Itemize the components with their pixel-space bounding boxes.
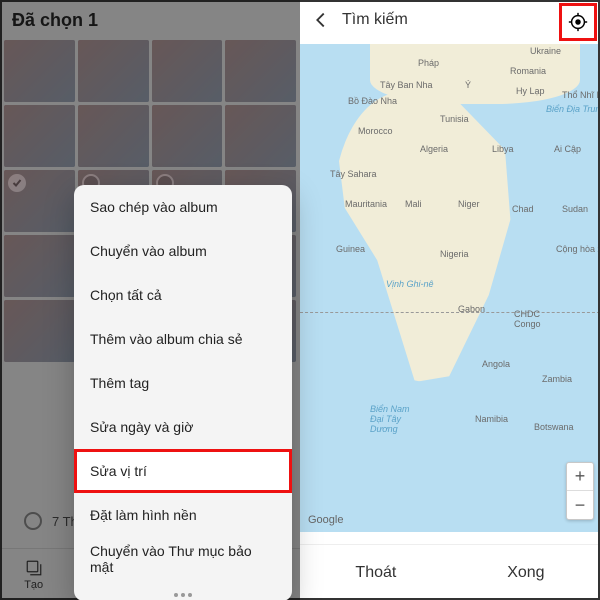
map-label: Ukraine: [530, 46, 561, 56]
selected-check-icon[interactable]: [8, 174, 26, 192]
google-logo: Google: [308, 514, 343, 526]
map-label: Bồ Đào Nha: [348, 96, 397, 106]
create-label: Tạo: [24, 579, 43, 591]
map-label: Pháp: [418, 58, 439, 68]
map-label: CHDC Congo: [514, 309, 541, 329]
menu-move-secure-folder[interactable]: Chuyển vào Thư mục bảo mật: [74, 537, 292, 581]
map-label: Niger: [458, 199, 480, 209]
zoom-out-button[interactable]: −: [567, 491, 593, 519]
menu-move-to-album[interactable]: Chuyển vào album: [74, 229, 292, 273]
map-label: Chad: [512, 204, 534, 214]
zoom-controls: + −: [566, 462, 594, 520]
map-view[interactable]: Ukraine Pháp Romania Tây Ban Nha Bồ Đào …: [300, 44, 600, 532]
map-label: Botswana: [534, 422, 574, 432]
map-label: Thổ Nhĩ Kỳ: [562, 90, 600, 100]
photo-thumbnail[interactable]: [152, 105, 223, 167]
map-label: Gabon: [458, 304, 485, 314]
menu-set-wallpaper[interactable]: Đặt làm hình nền: [74, 493, 292, 537]
menu-scroll-indicator: [74, 581, 292, 600]
map-label: Mauritania: [345, 199, 387, 209]
map-label: Ai Cập: [554, 144, 581, 154]
search-placeholder[interactable]: Tìm kiếm: [342, 11, 408, 29]
map-label: Sudan: [562, 204, 588, 214]
photo-thumbnail[interactable]: [78, 105, 149, 167]
photo-thumbnail[interactable]: [4, 300, 75, 362]
create-button[interactable]: Tạo: [24, 559, 43, 591]
map-label: Algeria: [420, 144, 448, 154]
photo-thumbnail[interactable]: [4, 105, 75, 167]
photo-thumbnail[interactable]: [4, 40, 75, 102]
map-label: Libya: [492, 144, 514, 154]
map-label: Tây Sahara: [330, 169, 377, 179]
photo-thumbnail[interactable]: [225, 40, 296, 102]
map-label: Nigeria: [440, 249, 469, 259]
back-button[interactable]: [310, 9, 332, 31]
map-label: Zambia: [542, 374, 572, 384]
map-label: Mali: [405, 199, 422, 209]
map-label: Guinea: [336, 244, 365, 254]
chevron-left-icon: [310, 9, 332, 31]
map-label: Angola: [482, 359, 510, 369]
locate-me-button[interactable]: [560, 4, 596, 40]
zoom-in-button[interactable]: +: [567, 463, 593, 491]
cancel-button[interactable]: Thoát: [355, 564, 396, 582]
menu-edit-datetime[interactable]: Sửa ngày và giờ: [74, 405, 292, 449]
menu-copy-to-album[interactable]: Sao chép vào album: [74, 185, 292, 229]
map-label: Tây Ban Nha: [380, 80, 433, 90]
map-sea-label: Biển Địa Trung Hải: [546, 104, 600, 114]
map-label: Namibia: [475, 414, 508, 424]
map-label: Hy Lạp: [516, 86, 545, 96]
selection-title: Đã chọn 1: [0, 0, 300, 40]
map-label: Ý: [465, 80, 471, 90]
menu-select-all[interactable]: Chọn tất cả: [74, 273, 292, 317]
map-sea-label: Vịnh Ghi-nê: [386, 279, 434, 289]
map-label: Romania: [510, 66, 546, 76]
select-circle-icon[interactable]: [24, 512, 42, 530]
menu-add-tag[interactable]: Thêm tag: [74, 361, 292, 405]
context-menu: Sao chép vào album Chuyển vào album Chọn…: [74, 185, 292, 600]
crosshair-icon: [567, 11, 589, 33]
photo-thumbnail[interactable]: [152, 40, 223, 102]
map-sea-label: Biển Nam Đại Tây Dương: [370, 404, 410, 434]
done-button[interactable]: Xong: [507, 564, 544, 582]
menu-add-shared-album[interactable]: Thêm vào album chia sẻ: [74, 317, 292, 361]
photo-thumbnail[interactable]: [225, 105, 296, 167]
photo-thumbnail[interactable]: [78, 40, 149, 102]
create-icon: [25, 559, 43, 577]
map-label: Tunisia: [440, 114, 469, 124]
map-label: Cộng hòa xã hội chủ: [556, 244, 600, 254]
map-label: Morocco: [358, 126, 393, 136]
photo-thumbnail[interactable]: [4, 235, 75, 297]
menu-edit-location[interactable]: Sửa vị trí: [74, 449, 292, 493]
photo-thumbnail[interactable]: [4, 170, 75, 232]
